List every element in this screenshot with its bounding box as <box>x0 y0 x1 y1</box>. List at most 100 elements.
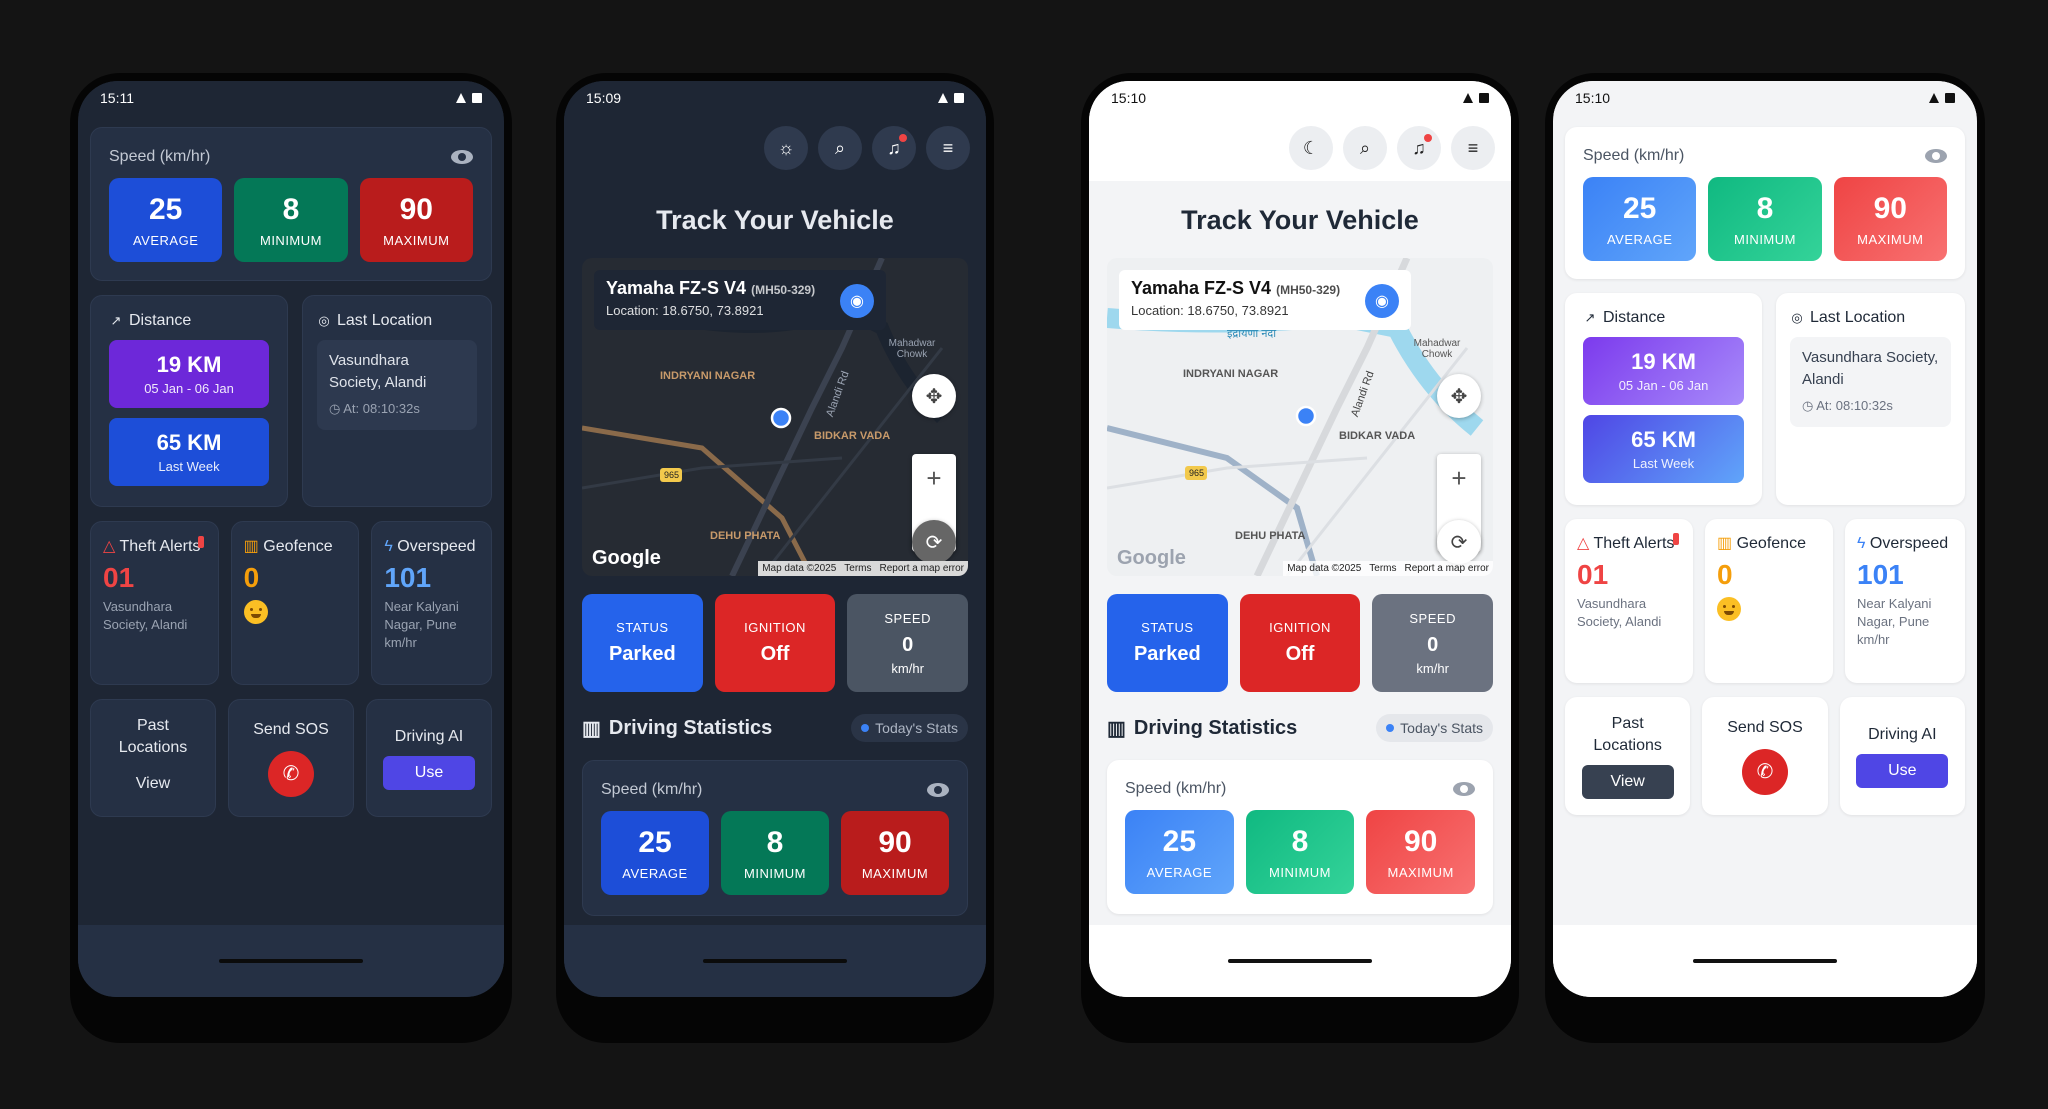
sun-icon[interactable]: ☼ <box>764 126 808 170</box>
overspeed-unit: km/hr <box>1857 632 1890 647</box>
phone-icon[interactable]: ✆ <box>1741 749 1788 795</box>
overspeed-tile[interactable]: ϟ Overspeed 101 Near Kalyani Nagar, Pune… <box>371 521 493 685</box>
zoom-in-icon[interactable]: + <box>912 454 956 503</box>
screen: 15:10 ☾ ⌕ ♫ ≡ Track Your Vehicle 965 इंद… <box>1089 81 1511 997</box>
use-button[interactable]: Use <box>383 756 475 790</box>
page-title: Track Your Vehicle <box>656 205 894 235</box>
terms-link[interactable]: Terms <box>1369 563 1396 574</box>
phone-icon[interactable]: ✆ <box>268 751 314 797</box>
eye-icon[interactable] <box>451 150 473 164</box>
map-icon: ▥ <box>243 538 259 555</box>
chart-icon: ▥ <box>582 717 601 740</box>
fullscreen-icon[interactable]: ✥ <box>1437 374 1481 418</box>
status-time: 15:10 <box>1111 90 1147 106</box>
distance-day: 19 KM 05 Jan - 06 Jan <box>1583 337 1744 405</box>
home-indicator[interactable] <box>1228 959 1372 963</box>
map[interactable]: 965 INDRYANI NAGAR BIDKAR VADA DEHU PHAT… <box>582 258 968 576</box>
sos-title: Send SOS <box>1727 719 1803 736</box>
driving-ai-card: Driving AI Use <box>1839 697 1965 815</box>
pin-icon: ◎ <box>1791 310 1803 325</box>
distance-title: Distance <box>1603 309 1666 326</box>
speed-maximum: 90 MAXIMUM <box>1833 177 1947 261</box>
zoom-in-icon[interactable]: + <box>1437 454 1481 503</box>
speed-title: Speed (km/hr) <box>601 781 703 798</box>
chart-icon: ▥ <box>1107 717 1126 740</box>
report-link[interactable]: Report a map error <box>880 563 964 574</box>
map-attribution: Map data ©2025 Terms Report a map error <box>1283 561 1493 576</box>
moon-icon[interactable]: ☾ <box>1289 126 1333 170</box>
theft-alerts-tile[interactable]: △ Theft Alerts 01 Vasundhara Society, Al… <box>90 521 219 685</box>
send-sos-card: Send SOS ✆ <box>228 699 354 817</box>
home-indicator[interactable] <box>703 959 847 963</box>
geofence-title: Geofence <box>263 538 333 555</box>
phone-dark-map: 15:09 ☼ ⌕ ♫ ≡ Track Your Vehicle 965 IND… <box>556 73 994 1043</box>
overspeed-title: Overspeed <box>1869 535 1949 552</box>
notification-dot <box>899 134 907 142</box>
geofence-tile[interactable]: ▥ Geofence 0 <box>230 521 360 685</box>
vehicle-card[interactable]: Yamaha FZ-S V4 (MH50-329) Location: 18.6… <box>594 270 886 330</box>
report-link[interactable]: Report a map error <box>1405 563 1489 574</box>
vehicle-location: Location: 18.6750, 73.8921 <box>1131 303 1289 318</box>
map[interactable]: 965 इंद्रायणी नदी INDRYANI NAGAR BIDKAR … <box>1107 258 1493 576</box>
map-label-mahadwar: Mahadwar Chowk <box>1413 338 1461 360</box>
vehicle-location: Location: 18.6750, 73.8921 <box>606 303 764 318</box>
status-bar: 15:11 <box>78 81 504 115</box>
signal-icon <box>938 93 948 103</box>
last-location-address: Vasundhara Society, Alandi <box>329 352 427 391</box>
refresh-icon[interactable]: ⟳ <box>1437 520 1481 564</box>
top-bar: ☾ ⌕ ♫ ≡ <box>1089 115 1511 181</box>
speed-chip: SPEED 0 km/hr <box>1372 594 1494 692</box>
speed-average: 25 AVERAGE <box>1583 177 1697 261</box>
search-icon[interactable]: ⌕ <box>818 126 862 170</box>
todays-stats-pill[interactable]: Today's Stats <box>851 714 968 742</box>
location-pin-icon[interactable]: ◉ <box>840 284 874 318</box>
past-locations-title: Past Locations <box>1593 715 1662 754</box>
home-indicator[interactable] <box>219 959 363 963</box>
overspeed-title: Overspeed <box>397 538 476 555</box>
nav-bar <box>1553 925 1977 997</box>
battery-icon <box>954 93 964 103</box>
vehicle-plate: (MH50-329) <box>751 283 816 297</box>
bell-icon[interactable]: ♫ <box>1397 126 1441 170</box>
speed-maximum: 90 MAXIMUM <box>359 178 473 262</box>
overspeed-tile[interactable]: ϟ Overspeed 101 Near Kalyani Nagar, Pune… <box>1845 519 1965 683</box>
overspeed-count: 101 <box>384 562 432 593</box>
home-indicator[interactable] <box>1693 959 1837 963</box>
refresh-icon[interactable]: ⟳ <box>912 520 956 564</box>
speed-maximum: 90 MAXIMUM <box>841 811 949 895</box>
eye-icon[interactable] <box>1453 782 1475 796</box>
status-bar: 15:09 <box>564 81 986 115</box>
view-button[interactable]: View <box>1581 765 1674 799</box>
map-label-dehu: DEHU PHATA <box>1235 530 1306 542</box>
use-button[interactable]: Use <box>1856 754 1949 788</box>
speed-chip: SPEED 0 km/hr <box>847 594 969 692</box>
eye-icon[interactable] <box>927 783 949 797</box>
view-button[interactable]: View <box>107 767 199 801</box>
screen: 15:09 ☼ ⌕ ♫ ≡ Track Your Vehicle 965 IND… <box>564 81 986 997</box>
overspeed-count: 101 <box>1857 559 1904 590</box>
menu-icon[interactable]: ≡ <box>1451 126 1495 170</box>
geofence-title: Geofence <box>1736 535 1806 552</box>
driving-ai-title: Driving AI <box>1868 726 1937 743</box>
theft-alerts-tile[interactable]: △ Theft Alerts 01 Vasundhara Society, Al… <box>1565 519 1693 683</box>
vehicle-card[interactable]: Yamaha FZ-S V4 (MH50-329) Location: 18.6… <box>1119 270 1411 330</box>
search-icon[interactable]: ⌕ <box>1343 126 1387 170</box>
road-shield: 965 <box>664 470 680 480</box>
speed-card: Speed (km/hr) 25 AVERAGE 8 MINIMUM 90 MAXIM… <box>582 760 968 916</box>
todays-stats-pill[interactable]: Today's Stats <box>1376 714 1493 742</box>
last-location-box: Vasundhara Society, Alandi ◷ At: 08:10:32… <box>1790 337 1951 427</box>
last-location-card: ◎ Last Location Vasundhara Society, Aland… <box>1776 293 1965 505</box>
ignition-chip: IGNITION Off <box>714 594 836 692</box>
location-pin-icon[interactable]: ◉ <box>1365 284 1399 318</box>
overspeed-unit: km/hr <box>384 635 417 650</box>
menu-icon[interactable]: ≡ <box>926 126 970 170</box>
speed-average: 25 AVERAGE <box>109 178 223 262</box>
signal-icon <box>1929 93 1939 103</box>
geofence-count: 0 <box>1717 559 1733 590</box>
geofence-tile[interactable]: ▥ Geofence 0 <box>1705 519 1833 683</box>
terms-link[interactable]: Terms <box>844 563 871 574</box>
fullscreen-icon[interactable]: ✥ <box>912 374 956 418</box>
bell-icon[interactable]: ♫ <box>872 126 916 170</box>
eye-icon[interactable] <box>1925 149 1947 163</box>
last-location-address: Vasundhara Society, Alandi <box>1802 349 1939 388</box>
